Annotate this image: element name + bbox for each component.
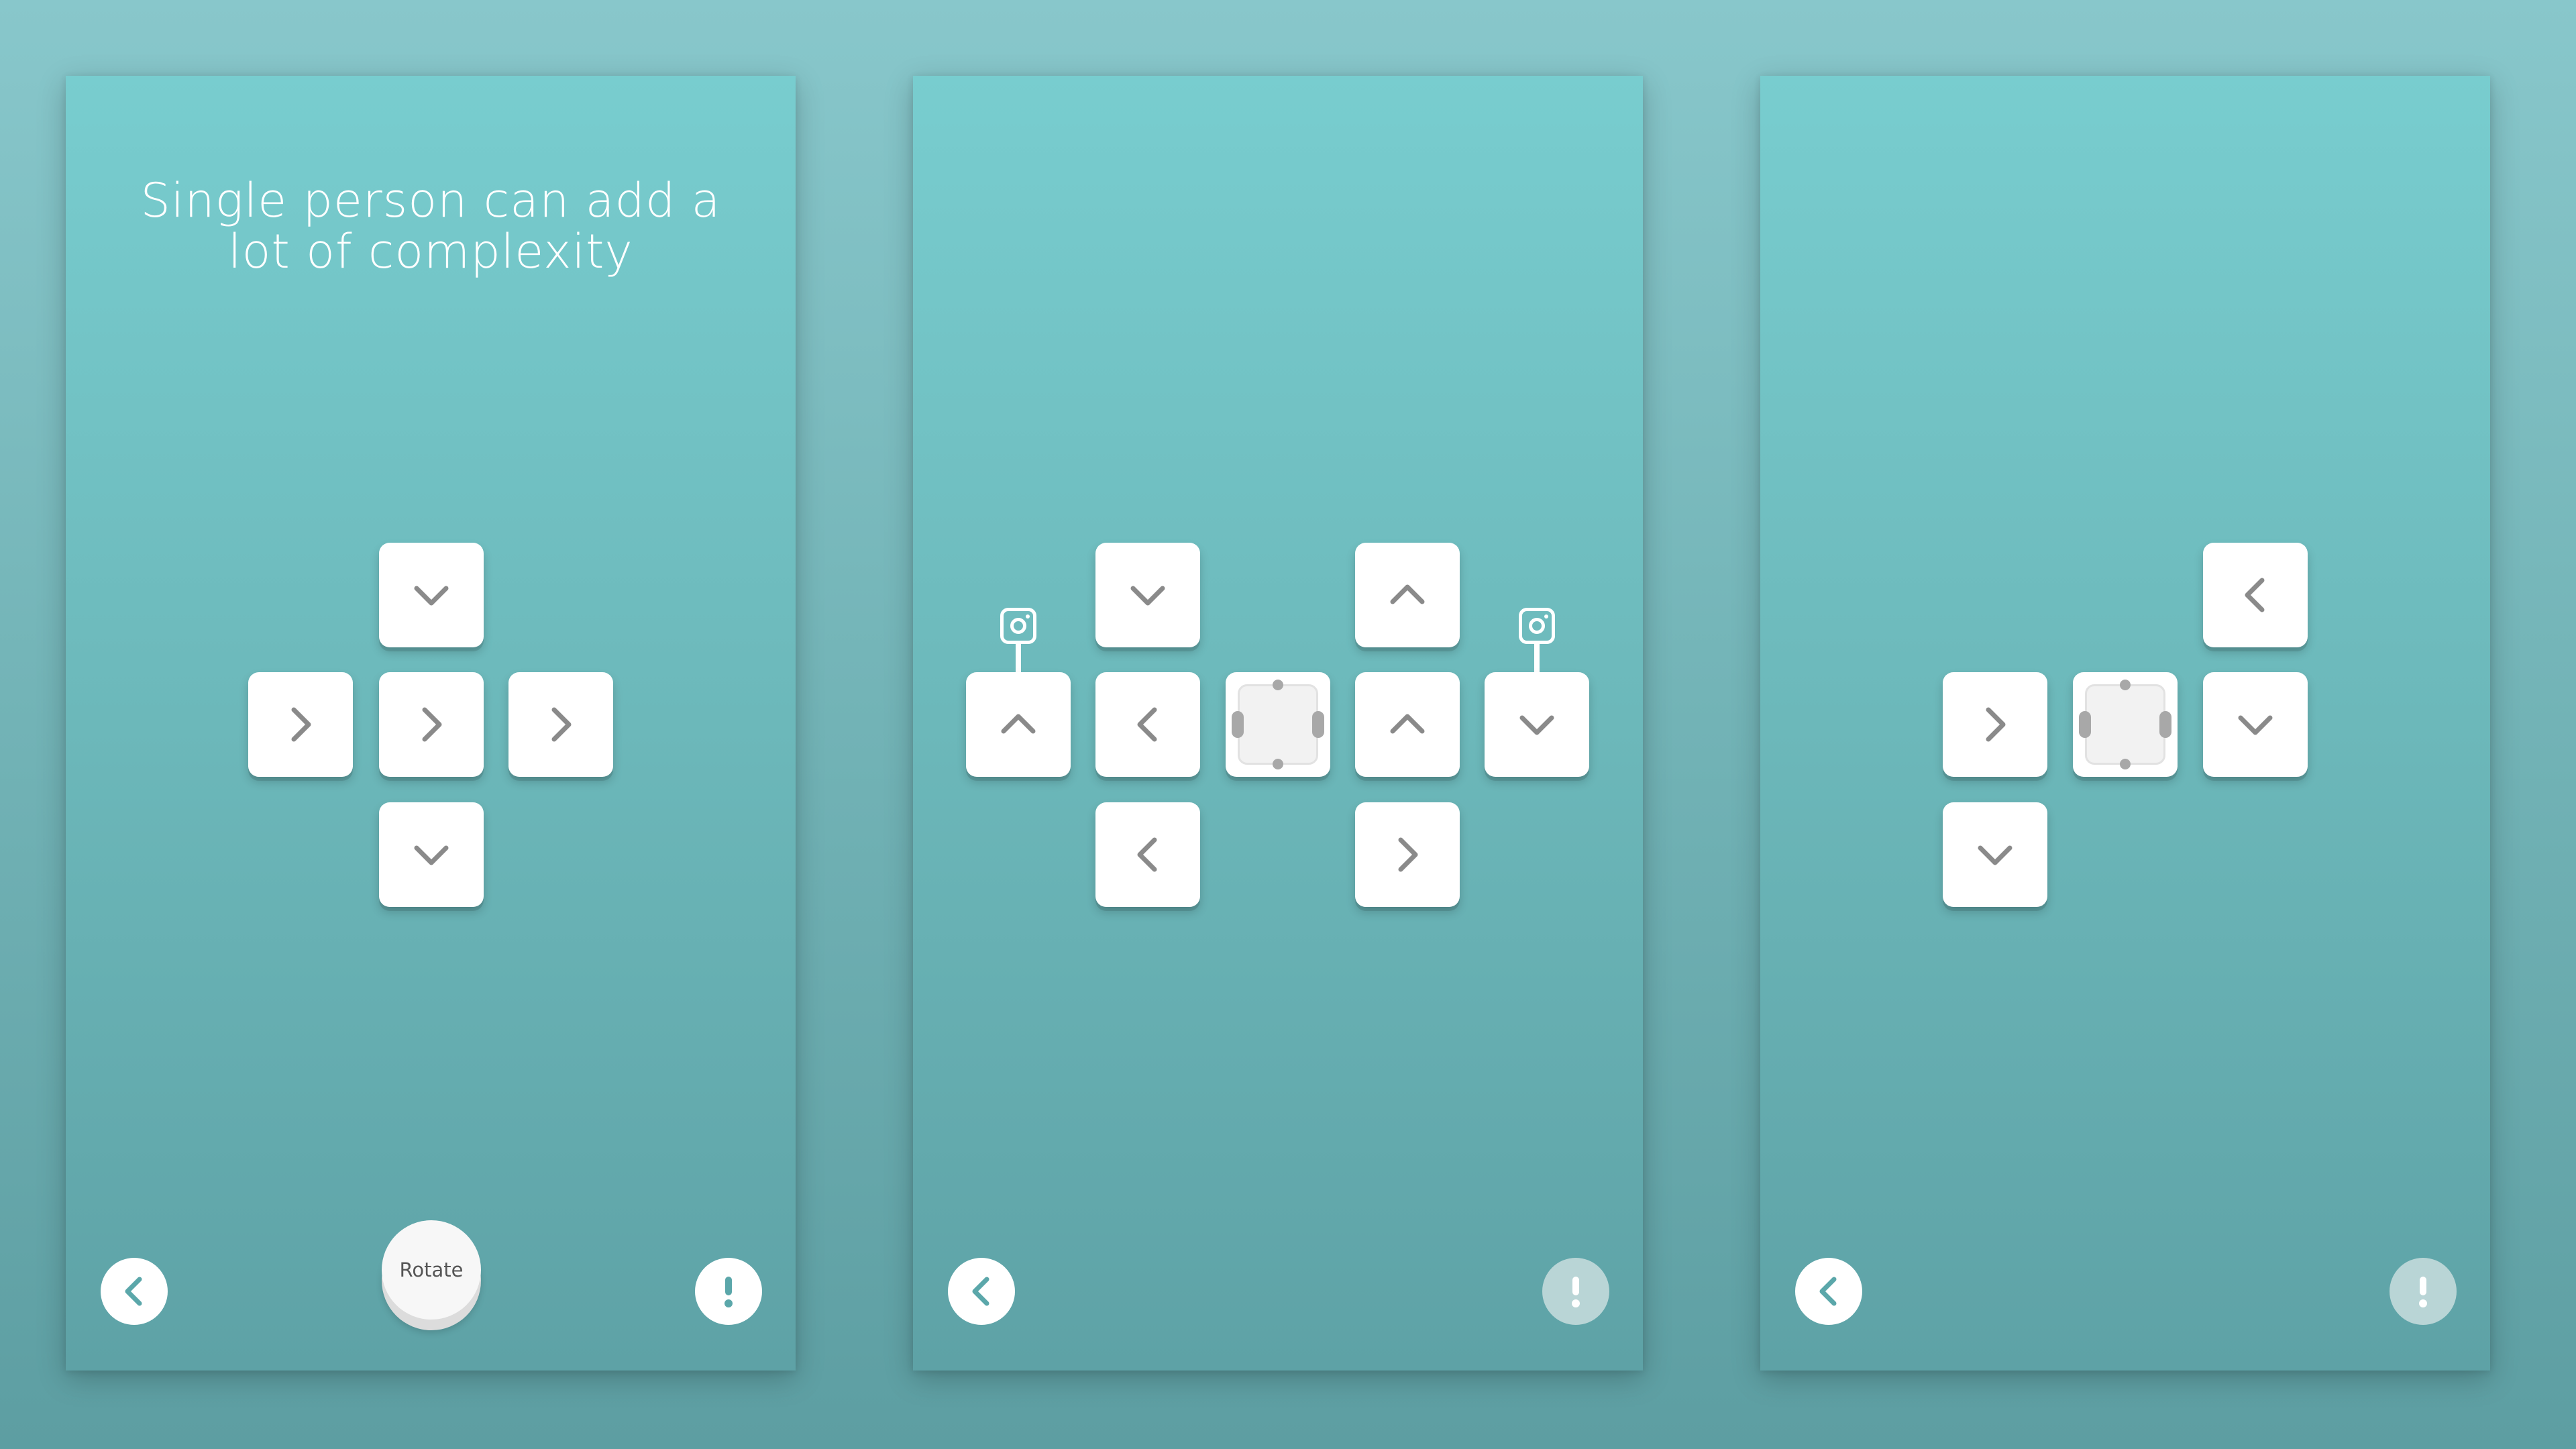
arrow-tile-left[interactable] [1095, 672, 1200, 777]
back-button[interactable] [1795, 1258, 1862, 1325]
chevron-right-icon [1986, 707, 2006, 742]
rotate-button[interactable]: Rotate [382, 1220, 481, 1320]
rotate-control: Rotate [382, 1220, 481, 1332]
exclamation-icon [724, 1277, 733, 1307]
chevron-down-icon [414, 586, 449, 606]
arrow-tile-down[interactable] [2203, 672, 2308, 777]
arrow-tile-right[interactable] [508, 672, 613, 777]
chevron-down-icon [1978, 845, 2012, 865]
exclamation-icon [1572, 1277, 1580, 1307]
chevron-left-icon [125, 1277, 142, 1306]
info-button-disabled[interactable] [1542, 1258, 1609, 1325]
screen-title: Single person can add a lot of complexit… [140, 173, 721, 279]
chevron-up-icon [1390, 714, 1425, 734]
arrow-tile-down[interactable] [1485, 672, 1589, 777]
back-button[interactable] [948, 1258, 1015, 1325]
chevron-up-icon [1390, 584, 1425, 604]
info-button-disabled[interactable] [2390, 1258, 2457, 1325]
screen-2 [913, 76, 1643, 1371]
hub-tile[interactable] [1226, 672, 1330, 777]
chevron-left-icon [1819, 1277, 1837, 1306]
screen-1: Single person can add a lot of complexit… [66, 76, 796, 1371]
chevron-left-icon [1137, 837, 1157, 872]
arrow-tile-up[interactable] [966, 672, 1071, 777]
chevron-right-icon [422, 707, 442, 742]
chevron-left-icon [1137, 707, 1157, 742]
chevron-down-icon [414, 845, 449, 865]
hub-tile[interactable] [2073, 672, 2178, 777]
chevron-down-icon [1130, 586, 1165, 606]
arrow-tile-up[interactable] [1355, 543, 1460, 647]
screen-3 [1760, 76, 2490, 1371]
arrow-tile-right[interactable] [379, 672, 484, 777]
arrow-tile-right[interactable] [1943, 672, 2047, 777]
arrow-tile-down[interactable] [1095, 543, 1200, 647]
camera-icon [1000, 608, 1036, 644]
hub-icon [2079, 680, 2171, 769]
chevron-down-icon [1519, 715, 1554, 735]
exclamation-icon [2419, 1277, 2427, 1307]
chevron-right-icon [1398, 837, 1418, 872]
chevron-right-icon [551, 707, 572, 742]
arrow-tile-down[interactable] [379, 802, 484, 907]
chevron-down-icon [2238, 715, 2273, 735]
chevron-left-icon [972, 1277, 989, 1306]
arrow-tile-down[interactable] [379, 543, 484, 647]
arrow-tile-left[interactable] [2203, 543, 2308, 647]
arrow-tile-right[interactable] [1355, 802, 1460, 907]
chevron-up-icon [1001, 714, 1036, 734]
hub-icon [1232, 680, 1324, 769]
chevron-left-icon [2245, 578, 2265, 612]
info-button[interactable] [695, 1258, 762, 1325]
arrow-tile-right[interactable] [248, 672, 353, 777]
back-button[interactable] [101, 1258, 168, 1325]
arrow-tile-down[interactable] [1943, 802, 2047, 907]
chevron-right-icon [291, 707, 311, 742]
arrow-tile-left[interactable] [1095, 802, 1200, 907]
arrow-tile-up[interactable] [1355, 672, 1460, 777]
camera-icon [1519, 608, 1555, 644]
